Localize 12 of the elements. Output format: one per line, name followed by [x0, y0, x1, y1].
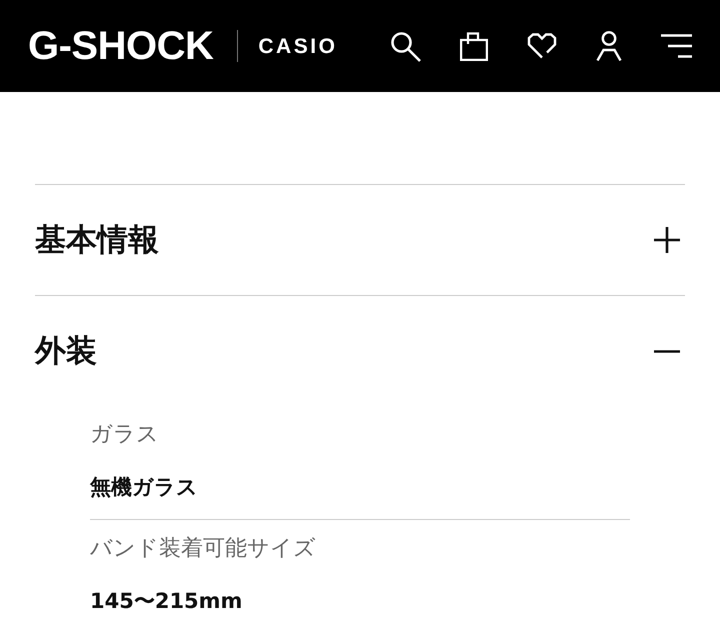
- shopping-bag-icon[interactable]: [460, 32, 488, 60]
- spec-label: バンド装着可能サイズ: [90, 535, 316, 563]
- spec-label: ガラス: [90, 421, 159, 449]
- logo[interactable]: G-SHOCK: [28, 26, 214, 66]
- user-icon[interactable]: [596, 31, 622, 61]
- menu-icon[interactable]: [661, 34, 692, 58]
- spec-value: 145〜215mm: [90, 588, 242, 615]
- section-toggle[interactable]: 基本情報: [35, 185, 685, 295]
- search-icon[interactable]: [390, 30, 421, 62]
- brand-logo[interactable]: CASIO: [258, 36, 338, 56]
- spec-value: 無機ガラス: [90, 474, 198, 501]
- section-toggle[interactable]: 外装: [35, 296, 685, 406]
